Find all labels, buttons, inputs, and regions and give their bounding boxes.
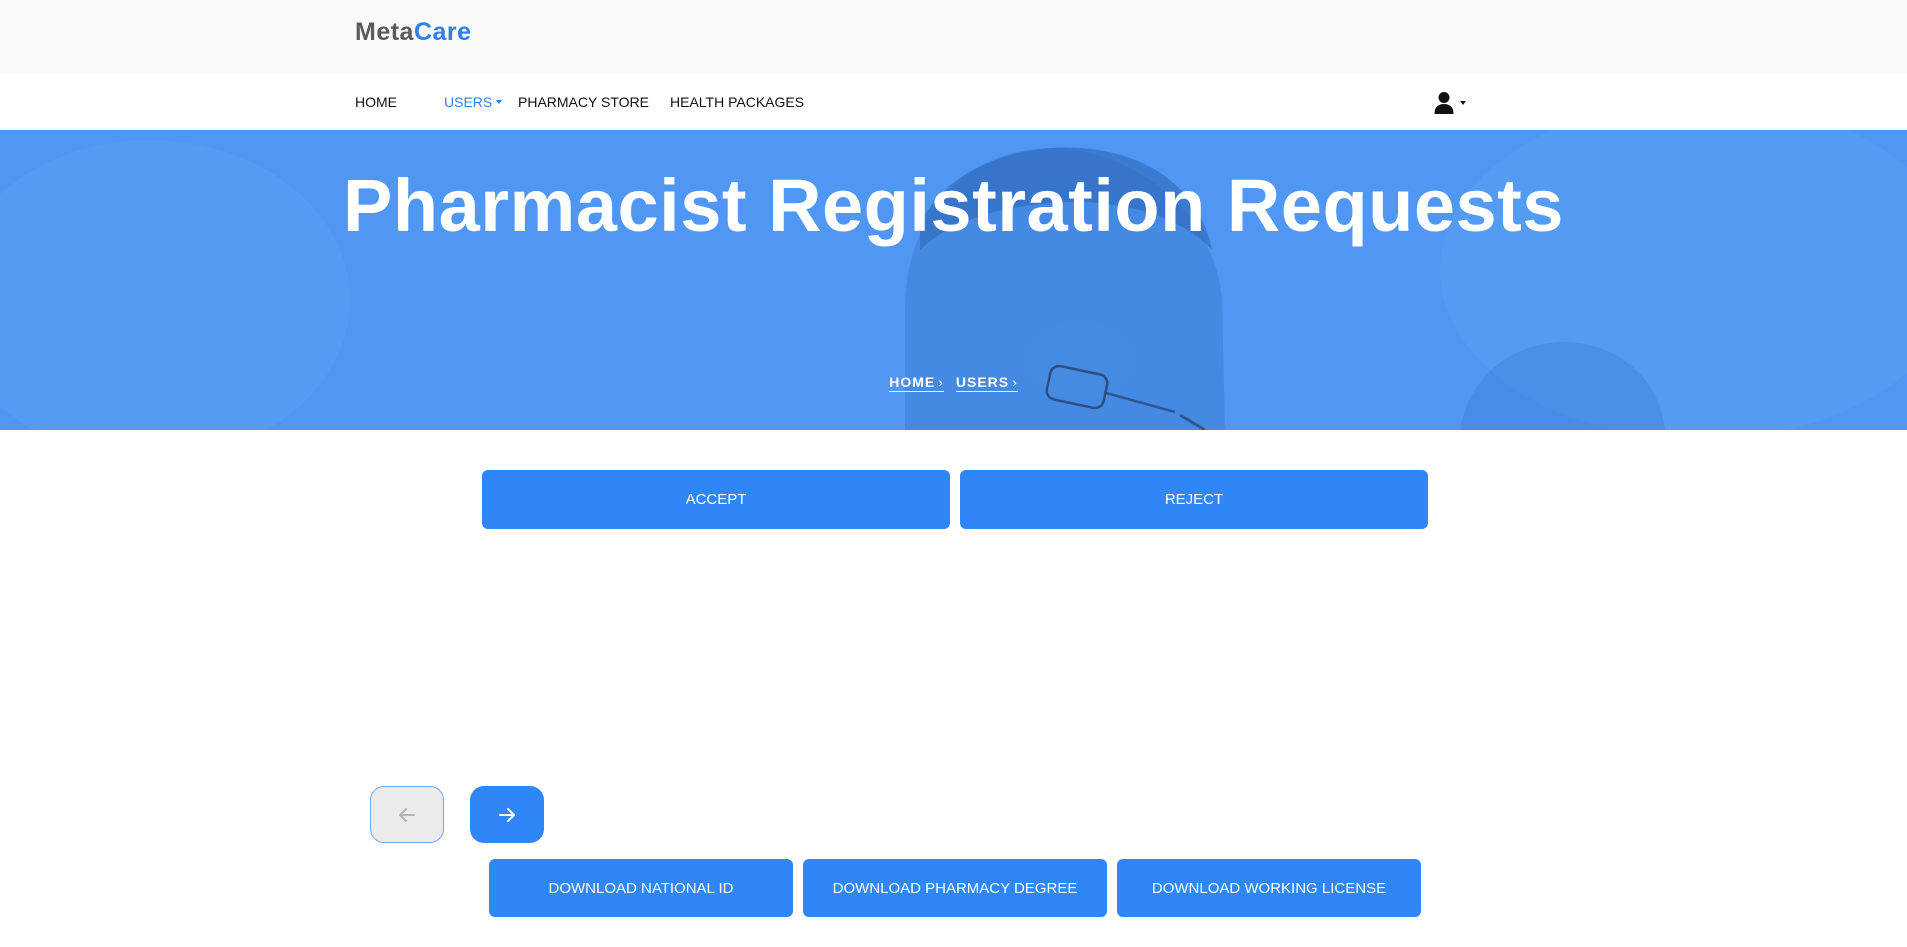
hero-banner: Pharmacist Registration Requests HOME › US… bbox=[0, 130, 1907, 430]
reject-button[interactable]: REJECT bbox=[960, 470, 1428, 529]
next-button[interactable] bbox=[470, 786, 544, 843]
breadcrumb-label: USERS bbox=[955, 374, 1010, 390]
breadcrumb-home[interactable]: HOME › bbox=[889, 374, 944, 392]
previous-button[interactable] bbox=[370, 786, 444, 843]
download-national-id-button[interactable]: DOWNLOAD NATIONAL ID bbox=[489, 859, 793, 917]
chevron-right-icon: › bbox=[938, 374, 944, 390]
accept-button[interactable]: ACCEPT bbox=[482, 470, 950, 529]
caret-down-icon bbox=[1460, 101, 1466, 105]
nav-item-label: USERS bbox=[444, 94, 493, 110]
breadcrumb-label: HOME bbox=[889, 374, 936, 390]
arrow-right-icon bbox=[499, 807, 515, 822]
caret-down-icon bbox=[496, 100, 503, 104]
arrow-left-icon bbox=[399, 807, 415, 822]
nav-item-users[interactable]: USERS bbox=[444, 94, 503, 110]
nav-item-label: PHARMACY STORE bbox=[518, 94, 649, 110]
nav-item-health-packages[interactable]: HEALTH PACKAGES bbox=[670, 94, 804, 110]
logo-text-care: Care bbox=[413, 18, 472, 46]
download-pharmacy-degree-button[interactable]: DOWNLOAD PHARMACY DEGREE bbox=[803, 859, 1107, 917]
logo-text-meta: Meta bbox=[355, 18, 414, 46]
download-working-license-button[interactable]: DOWNLOAD WORKING LICENSE bbox=[1117, 859, 1421, 917]
page-title: Pharmacist Registration Requests bbox=[343, 164, 1564, 247]
nav-item-label: HOME bbox=[355, 94, 397, 110]
user-menu-button[interactable] bbox=[1433, 91, 1473, 115]
brand-bar: MetaCare bbox=[0, 0, 1907, 74]
chevron-right-icon: › bbox=[1012, 374, 1018, 390]
breadcrumb: HOME › USERS › bbox=[0, 374, 1907, 392]
breadcrumb-users[interactable]: USERS › bbox=[955, 374, 1018, 392]
nav-item-home[interactable]: HOME bbox=[355, 94, 397, 110]
nav-item-label: HEALTH PACKAGES bbox=[670, 94, 805, 110]
nav-item-pharmacy-store[interactable]: PHARMACY STORE bbox=[518, 94, 649, 110]
logo[interactable]: MetaCare bbox=[355, 18, 472, 47]
main-nav: HOME USERS PHARMACY STORE HEALTH PACKAGE… bbox=[0, 74, 1907, 130]
user-icon bbox=[1434, 92, 1454, 114]
